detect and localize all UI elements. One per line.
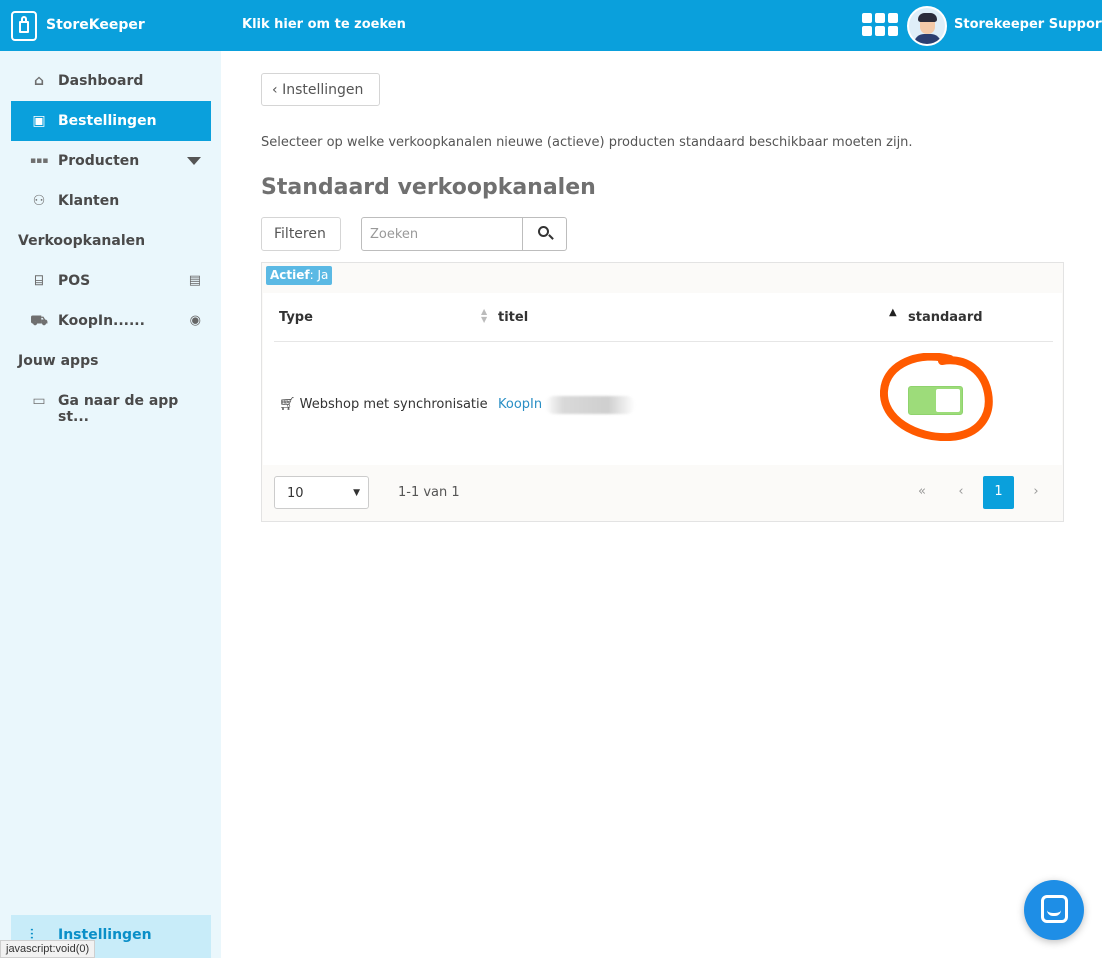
- sidebar-item-label: Producten: [58, 153, 140, 169]
- search-input[interactable]: [362, 218, 522, 250]
- sidebar-item-label: Dashboard: [58, 73, 144, 89]
- sidebar-item-bestellingen[interactable]: ▣ Bestellingen: [11, 101, 211, 141]
- sidebar: ⌂ Dashboard ▣ Bestellingen ▪▪▪ Producten…: [0, 51, 221, 958]
- home-icon: ⌂: [33, 73, 45, 89]
- chevron-left-icon: ‹: [272, 82, 278, 98]
- chat-support-button[interactable]: [1024, 880, 1084, 940]
- chevron-down-icon: ▼: [353, 488, 360, 498]
- page-title: Standaard verkoopkanalen: [261, 175, 596, 200]
- active-filter-tag[interactable]: Actief: Ja: [266, 266, 333, 285]
- sidebar-item-pos[interactable]: ⌸ POS ▤: [11, 261, 211, 301]
- orders-bag-icon: ▣: [32, 113, 46, 129]
- back-button-label: Instellingen: [282, 82, 364, 98]
- section-heading-jouw-apps: Jouw apps: [18, 353, 99, 369]
- filter-key: Actief: [270, 268, 310, 282]
- storekeeper-logo-icon[interactable]: [11, 11, 37, 41]
- top-bar: StoreKeeper Klik hier om te zoeken Store…: [0, 0, 1102, 51]
- sidebar-item-koopin[interactable]: ⛟ KoopIn...... ◉: [11, 301, 211, 341]
- sidebar-item-label: Ga naar de app st...: [58, 393, 179, 425]
- apps-grid-icon[interactable]: [862, 13, 898, 39]
- brand-name[interactable]: StoreKeeper: [46, 17, 145, 33]
- pagination-info: 1-1 van 1: [398, 485, 460, 500]
- page-description: Selecteer op welke verkoopkanalen nieuwe…: [261, 135, 913, 150]
- annotation-circle: [880, 353, 993, 441]
- filter-value: Ja: [317, 268, 329, 282]
- eye-icon[interactable]: ◉: [190, 313, 201, 328]
- sidebar-item-app-store[interactable]: ▭ Ga naar de app st...: [11, 381, 211, 425]
- sidebar-item-label: Bestellingen: [58, 113, 157, 129]
- cart-icon: 🛒︎: [279, 397, 296, 412]
- search-button[interactable]: [522, 218, 566, 250]
- store-icon: ⌸: [34, 273, 44, 289]
- sort-icon[interactable]: ▲ ▼: [481, 308, 489, 324]
- cart-icon: ⛟: [30, 313, 48, 329]
- sidebar-item-producten[interactable]: ▪▪▪ Producten: [11, 141, 211, 181]
- products-grid-icon: ▪▪▪: [30, 156, 49, 166]
- column-header-titel[interactable]: titel: [498, 310, 528, 325]
- column-header-type[interactable]: Type: [279, 310, 313, 325]
- status-bar-url: javascript:void(0): [0, 940, 96, 958]
- cash-register-icon[interactable]: ▤: [189, 273, 201, 288]
- search-box: [361, 217, 567, 251]
- first-page-button[interactable]: «: [905, 476, 939, 509]
- prev-page-button[interactable]: ‹: [944, 476, 978, 509]
- sort-ascending-icon[interactable]: ▲: [889, 307, 897, 318]
- chevron-down-icon[interactable]: [187, 157, 201, 165]
- sidebar-item-label: POS: [58, 273, 91, 289]
- page-button-current[interactable]: 1: [983, 476, 1014, 509]
- back-button[interactable]: ‹ Instellingen: [261, 73, 380, 106]
- sidebar-item-dashboard[interactable]: ⌂ Dashboard: [11, 61, 211, 101]
- redacted-blur: [545, 396, 635, 414]
- row-type: 🛒︎ Webshop met synchronisatie: [279, 397, 488, 412]
- user-name[interactable]: Storekeeper Support: [954, 17, 1102, 32]
- customers-icon: ⚇: [32, 193, 46, 209]
- filter-button[interactable]: Filteren: [261, 217, 341, 251]
- sidebar-item-klanten[interactable]: ⚇ Klanten: [11, 181, 211, 221]
- page-size-select[interactable]: 10 ▼: [274, 476, 369, 509]
- sidebar-item-label: KoopIn......: [58, 313, 145, 329]
- global-search-link[interactable]: Klik hier om te zoeken: [242, 17, 406, 32]
- sidebar-item-label: Klanten: [58, 193, 120, 209]
- folder-icon: ▭: [32, 393, 46, 409]
- column-header-standaard[interactable]: standaard: [908, 310, 983, 325]
- row-title-link[interactable]: KoopIn: [498, 397, 542, 412]
- section-heading-verkoopkanalen: Verkoopkanalen: [18, 233, 146, 249]
- next-page-button[interactable]: ›: [1019, 476, 1053, 509]
- user-avatar[interactable]: [907, 6, 947, 46]
- chat-icon: [1041, 895, 1068, 923]
